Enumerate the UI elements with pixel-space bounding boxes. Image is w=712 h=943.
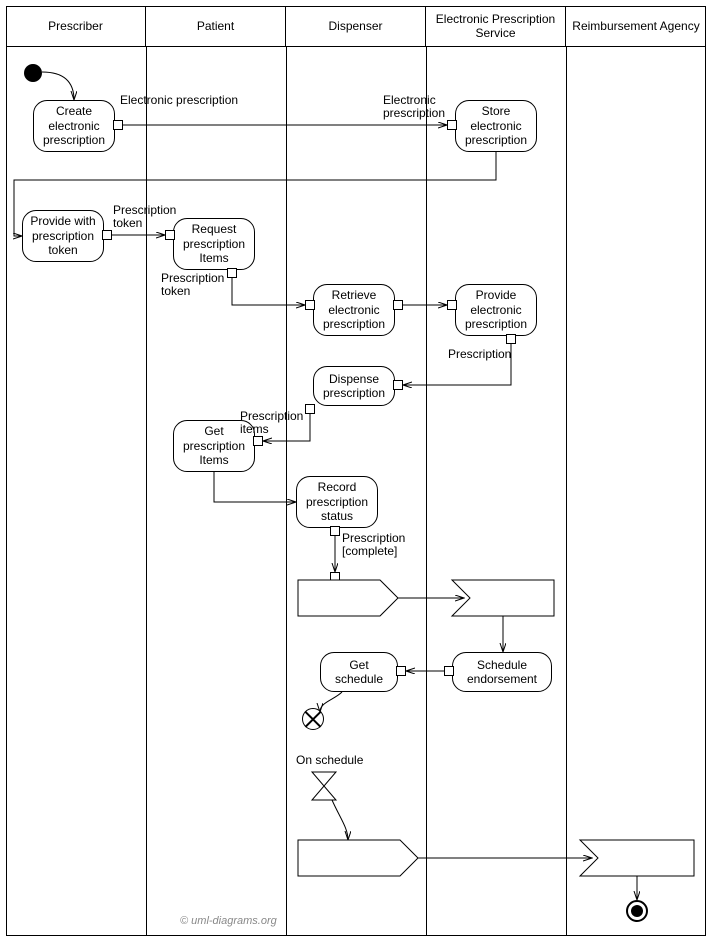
time-event-label: On schedule [296,754,363,767]
pin [330,572,340,582]
swimlane-label: Dispenser [328,19,382,33]
activity-diagram: Prescriber Patient Dispenser Electronic … [0,0,712,943]
signal-label: Dispense notification [474,586,550,612]
activity-get-schedule: Get schedule [320,652,398,692]
pin [393,380,403,390]
lane-divider [146,46,147,936]
activity-label: Retrieve electronic prescription [317,288,391,331]
edge-label: Prescription token [161,272,227,298]
activity-final-node [626,900,648,922]
pin [447,120,457,130]
pin [305,404,315,414]
swimlane-label: Patient [197,19,234,33]
signal-label: Reimbursement endorsement [602,846,692,872]
pin [253,436,263,446]
pin [447,300,457,310]
pin [396,666,406,676]
pin [113,120,123,130]
pin [227,268,237,278]
activity-final-inner [631,905,643,917]
activity-label: Record prescription status [300,480,374,523]
pin [444,666,454,676]
swimlane-label: Reimbursement Agency [572,19,699,33]
activity-provide-rx: Provide electronic prescription [455,284,537,336]
activity-label: Dispense prescription [317,372,391,401]
pin [393,300,403,310]
edge-label: Electronic prescription [383,94,449,120]
activity-request-items: Request prescription Items [173,218,255,270]
activity-record-status: Record prescription status [296,476,378,528]
activity-dispense-rx: Dispense prescription [313,366,395,406]
header-divider [6,46,706,47]
edge-label: Prescription token [113,204,179,230]
swimlane-header-patient: Patient [146,6,286,46]
swimlane-label: Prescriber [48,19,103,33]
pin [330,526,340,536]
initial-node [24,64,42,82]
pin [305,300,315,310]
activity-create-rx: Create electronic prescription [33,100,115,152]
activity-schedule-endorsement: Schedule endorsement [452,652,552,692]
activity-provide-token: Provide with prescription token [22,210,104,262]
activity-retrieve-rx: Retrieve electronic prescription [313,284,395,336]
activity-label: Provide with prescription token [26,214,100,257]
activity-label: Schedule endorsement [456,658,548,687]
activity-label: Store electronic prescription [459,104,533,147]
activity-label: Create electronic prescription [37,104,111,147]
pin [165,230,175,240]
activity-store-rx: Store electronic prescription [455,100,537,152]
copyright-label: © uml-diagrams.org [180,915,277,927]
swimlane-label: Electronic Prescription Service [428,12,563,41]
signal-label: Reimbursement endorsement [304,846,402,872]
signal-label: Dispense notification [306,586,380,612]
lane-divider [566,46,567,936]
edge-label: Electronic prescription [120,94,238,107]
edge-label: Prescription items [240,410,306,436]
activity-label: Get schedule [324,658,394,687]
flow-final-node [302,708,324,730]
pin [506,334,516,344]
activity-label: Provide electronic prescription [459,288,533,331]
lane-divider [286,46,287,936]
swimlane-header-dispenser: Dispenser [286,6,426,46]
lane-divider [426,46,427,936]
swimlane-header-prescriber: Prescriber [6,6,146,46]
swimlane-header-eps: Electronic Prescription Service [426,6,566,46]
edge-label: Prescription [448,348,511,361]
activity-label: Request prescription Items [177,222,251,265]
swimlane-header-agency: Reimbursement Agency [566,6,706,46]
pin [102,230,112,240]
edge-label: Prescription [complete] [342,532,414,558]
